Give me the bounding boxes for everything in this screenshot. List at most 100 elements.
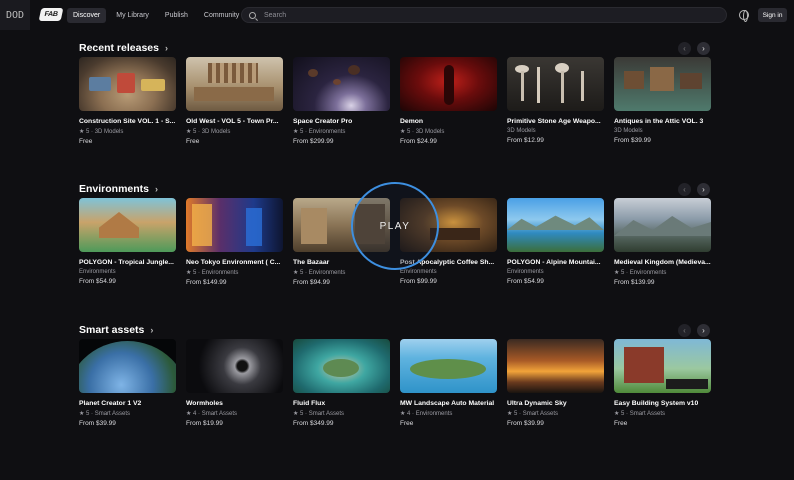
section-title[interactable]: Recent releases ›: [79, 42, 719, 54]
chevron-right-icon: ›: [150, 325, 154, 335]
asset-title: Antiques in the Attic VOL. 3: [614, 118, 704, 125]
search-placeholder: Search: [264, 11, 287, 19]
section-recent-releases: Recent releases › ‹ › Construction Site …: [79, 42, 719, 145]
asset-title: Construction Site VOL. 1 - S...: [79, 118, 176, 125]
asset-meta: 3D Models: [614, 128, 643, 134]
asset-card[interactable]: Fluid Flux ★ 5 · Smart Assets From $349.…: [293, 339, 390, 427]
asset-card[interactable]: Ultra Dynamic Sky ★ 5 · Smart Assets Fro…: [507, 339, 604, 427]
asset-meta: ★ 5 · Smart Assets: [293, 411, 345, 417]
sign-in-button[interactable]: Sign in: [758, 8, 787, 22]
asset-thumbnail: [79, 339, 176, 393]
asset-price: Free: [400, 420, 414, 427]
asset-price: From $39.99: [507, 420, 544, 427]
asset-meta: Environments: [79, 269, 116, 275]
asset-price: From $54.99: [79, 278, 116, 285]
asset-meta: ★ 5 · 3D Models: [186, 129, 231, 135]
nav-publish[interactable]: Publish: [159, 8, 194, 23]
asset-meta: ★ 5 · Smart Assets: [614, 411, 666, 417]
asset-meta: ★ 5 · Environments: [293, 270, 346, 276]
asset-title: Wormholes: [186, 400, 223, 407]
asset-title: Ultra Dynamic Sky: [507, 400, 567, 407]
asset-title: Neo Tokyo Environment ( C...: [186, 259, 281, 266]
asset-card[interactable]: MW Landscape Auto Material ★ 4 · Environ…: [400, 339, 497, 427]
globe-icon[interactable]: [739, 10, 749, 22]
top-bar: DOD FAB Discover My Library Publish Comm…: [0, 0, 794, 30]
asset-title: Space Creator Pro: [293, 118, 353, 125]
asset-price: From $24.99: [400, 138, 437, 145]
next-arrow-button[interactable]: ›: [697, 324, 710, 337]
nav-community[interactable]: Community: [198, 8, 245, 23]
asset-title: Demon: [400, 118, 424, 125]
asset-card[interactable]: Easy Building System v10 ★ 5 · Smart Ass…: [614, 339, 711, 427]
asset-card[interactable]: Space Creator Pro ★ 5 · Environments Fro…: [293, 57, 390, 145]
asset-meta: 3D Models: [507, 128, 536, 134]
asset-thumbnail: [614, 57, 711, 111]
asset-price: From $299.99: [293, 138, 334, 145]
asset-price: From $149.99: [186, 279, 227, 286]
asset-title: Fluid Flux: [293, 400, 326, 407]
asset-title: Old West - VOL 5 - Town Pr...: [186, 118, 279, 125]
asset-meta: ★ 5 · Smart Assets: [507, 411, 559, 417]
search-input[interactable]: Search: [241, 7, 727, 23]
asset-thumbnail: [186, 339, 283, 393]
prev-arrow-button[interactable]: ‹: [678, 324, 691, 337]
asset-meta: Environments: [400, 269, 437, 275]
asset-card[interactable]: Medieval Kingdom (Medieva... ★ 5 · Envir…: [614, 198, 711, 286]
search-icon: [249, 11, 256, 19]
asset-meta: ★ 5 · 3D Models: [400, 129, 445, 135]
asset-card[interactable]: POLYGON - Alpine Mountai... Environments…: [507, 198, 604, 286]
asset-title: MW Landscape Auto Material: [400, 400, 495, 407]
section-title[interactable]: Smart assets ›: [79, 324, 719, 336]
asset-title: Primitive Stone Age Weapo...: [507, 118, 601, 125]
asset-card[interactable]: Old West - VOL 5 - Town Pr... ★ 5 · 3D M…: [186, 57, 283, 145]
section-title-text: Environments: [79, 183, 150, 195]
section-title-text: Smart assets: [79, 324, 145, 336]
fab-logo[interactable]: FAB: [38, 8, 64, 21]
asset-thumbnail: [186, 57, 283, 111]
section-smart-assets: Smart assets › ‹ › Planet Creator 1 V2 ★…: [79, 324, 719, 427]
asset-title: Planet Creator 1 V2: [79, 400, 142, 407]
asset-meta: ★ 5 · Environments: [293, 129, 346, 135]
asset-thumbnail: [293, 57, 390, 111]
chevron-right-icon: ›: [155, 184, 159, 194]
asset-title: Medieval Kingdom (Medieva...: [614, 259, 711, 266]
asset-card[interactable]: Planet Creator 1 V2 ★ 5 · Smart Assets F…: [79, 339, 176, 427]
asset-price: From $349.99: [293, 420, 334, 427]
asset-meta: ★ 4 · Smart Assets: [186, 411, 238, 417]
asset-thumbnail: [507, 198, 604, 252]
asset-card[interactable]: Demon ★ 5 · 3D Models From $24.99: [400, 57, 497, 145]
asset-meta: ★ 5 · 3D Models: [79, 129, 124, 135]
prev-arrow-button[interactable]: ‹: [678, 183, 691, 196]
asset-price: From $54.99: [507, 278, 544, 285]
asset-thumbnail: [507, 57, 604, 111]
asset-title: Easy Building System v10: [614, 400, 699, 407]
asset-card[interactable]: Wormholes ★ 4 · Smart Assets From $19.99: [186, 339, 283, 427]
next-arrow-button[interactable]: ›: [697, 183, 710, 196]
asset-thumbnail: [614, 198, 711, 252]
asset-meta: Environments: [507, 269, 544, 275]
asset-thumbnail: [79, 57, 176, 111]
nav-discover[interactable]: Discover: [67, 8, 107, 23]
asset-card[interactable]: Antiques in the Attic VOL. 3 3D Models F…: [614, 57, 711, 145]
prev-arrow-button[interactable]: ‹: [678, 42, 691, 55]
chevron-right-icon: ›: [164, 43, 168, 53]
asset-card[interactable]: Primitive Stone Age Weapo... 3D Models F…: [507, 57, 604, 145]
asset-thumbnail: [400, 57, 497, 111]
asset-thumbnail: [186, 198, 283, 252]
main-nav: Discover My Library Publish Community: [67, 8, 245, 23]
asset-price: From $19.99: [186, 420, 223, 427]
asset-title: POLYGON - Tropical Jungle...: [79, 259, 174, 266]
next-arrow-button[interactable]: ›: [697, 42, 710, 55]
section-title-text: Recent releases: [79, 42, 159, 54]
asset-price: Free: [79, 138, 93, 145]
asset-card[interactable]: POLYGON - Tropical Jungle... Environment…: [79, 198, 176, 286]
nav-my-library[interactable]: My Library: [110, 8, 155, 23]
asset-card[interactable]: Neo Tokyo Environment ( C... ★ 5 · Envir…: [186, 198, 283, 286]
asset-price: From $12.99: [507, 137, 544, 144]
play-button[interactable]: PLAY: [351, 182, 439, 270]
asset-price: Free: [614, 420, 628, 427]
asset-thumbnail: [79, 198, 176, 252]
asset-meta: ★ 5 · Environments: [614, 270, 667, 276]
asset-card[interactable]: Construction Site VOL. 1 - S... ★ 5 · 3D…: [79, 57, 176, 145]
asset-thumbnail: [293, 339, 390, 393]
